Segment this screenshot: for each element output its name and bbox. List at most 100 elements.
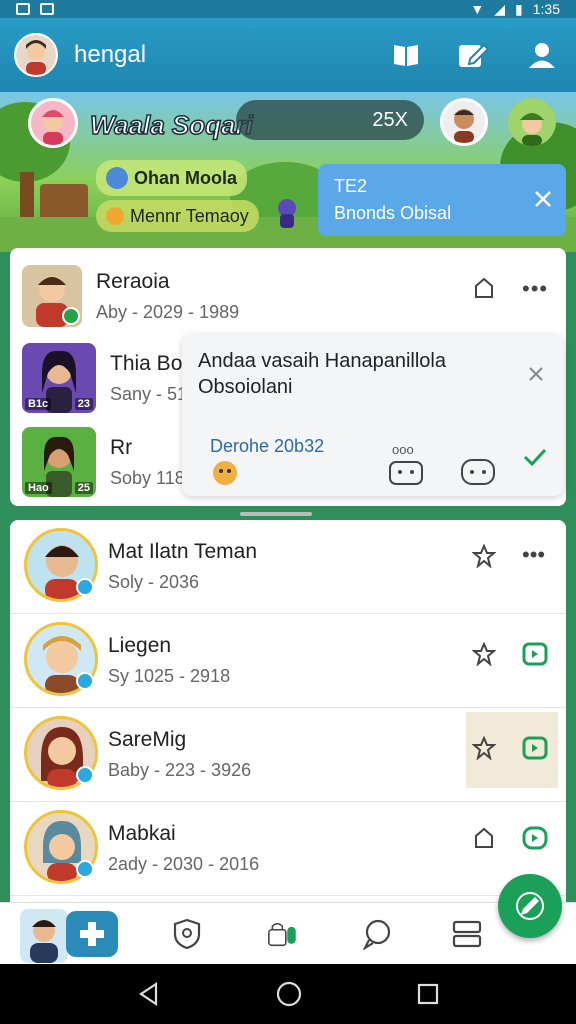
- nav-shield[interactable]: [170, 917, 204, 951]
- friend-name: SareMig: [108, 728, 187, 751]
- message-icon[interactable]: [522, 642, 548, 666]
- chat-icon: [362, 919, 391, 950]
- friend-subtitle: Baby - 223 - 3926: [108, 760, 252, 780]
- item-subtitle: Aby - 2029 - 1989: [96, 301, 240, 322]
- player-avatar[interactable]: [28, 98, 78, 148]
- list-item[interactable]: SareMig Baby - 223 - 3926: [10, 708, 566, 802]
- item-thumbnail: Hao 25: [22, 427, 96, 497]
- nav-chat[interactable]: [360, 917, 394, 951]
- progress-pill: 25X: [236, 100, 424, 140]
- bell-icon[interactable]: [472, 826, 496, 850]
- star-icon[interactable]: [472, 276, 496, 300]
- more-icon[interactable]: •••: [522, 542, 545, 568]
- progress-value: 25X: [372, 108, 408, 131]
- list-item[interactable]: Liegen Sy 1025 - 2918: [10, 614, 566, 708]
- banner-pill[interactable]: Mennr Temaoy: [96, 200, 259, 232]
- wifi-icon: ▼: [470, 1, 485, 17]
- popup-title: Andaa vasaih Hanapanillola Obsoiolani: [198, 350, 446, 398]
- item-name: Rr: [110, 435, 133, 459]
- item-name: Reraoia: [96, 269, 170, 293]
- system-nav: [0, 964, 576, 1024]
- nav-add-button[interactable]: [66, 911, 118, 957]
- verified-icon: [76, 578, 94, 596]
- game-banner: Waala Soqari 25X Ohan Moola Mennr Temaoy…: [0, 92, 576, 252]
- notification-popup[interactable]: Andaa vasaih Hanapanillola Obsoiolani De…: [182, 334, 564, 496]
- friend-subtitle: 2ady - 2030 - 2016: [108, 854, 260, 874]
- verified-icon: [76, 766, 94, 784]
- popup-link[interactable]: Derohe 20b32: [210, 436, 324, 457]
- reaction-icon[interactable]: [388, 456, 424, 486]
- signal-icon: ◢: [494, 0, 506, 17]
- smile-icon: [106, 207, 124, 225]
- thumb-label: 25: [74, 482, 93, 494]
- list-item[interactable]: Mat Ilatn Teman Soly - 2036 •••: [10, 520, 566, 614]
- friend-subtitle: Soly - 2036: [108, 572, 200, 592]
- add-user-icon: [80, 922, 104, 946]
- user-icon[interactable]: [528, 41, 556, 69]
- compose-fab[interactable]: [498, 874, 562, 938]
- thumb-label: B1c: [25, 398, 52, 410]
- reaction-icon[interactable]: [460, 456, 496, 486]
- friend-avatar[interactable]: [440, 98, 488, 146]
- toast-title: TE2: [334, 176, 368, 196]
- message-icon[interactable]: [522, 826, 548, 850]
- nav-cards[interactable]: [450, 917, 484, 951]
- book-icon[interactable]: [392, 42, 420, 68]
- star-icon[interactable]: [472, 544, 496, 568]
- shield-icon: [173, 918, 201, 950]
- friend-name: Liegen: [108, 634, 172, 657]
- app-bar: hengal: [0, 18, 576, 92]
- friend-name: Mat Ilatn Teman: [108, 540, 258, 563]
- friend-name: Mabkai: [108, 822, 176, 845]
- edit-icon[interactable]: [458, 41, 490, 69]
- banner-toast[interactable]: TE2 Bnonds Obisal: [318, 164, 566, 236]
- nav-lock[interactable]: [266, 917, 300, 951]
- thumb-label: Hao: [25, 482, 52, 494]
- item-thumbnail: [22, 265, 82, 327]
- more-icon[interactable]: •••: [522, 276, 548, 302]
- friend-subtitle: Sy 1025 - 2918: [108, 666, 231, 686]
- close-icon[interactable]: [528, 366, 544, 382]
- profile-avatar[interactable]: [14, 33, 58, 77]
- character-icon: [278, 199, 296, 228]
- banner-username: Waala Soqari: [89, 109, 253, 141]
- battery-icon: ▮: [515, 0, 523, 17]
- star-icon[interactable]: [472, 736, 496, 760]
- cards-icon: [452, 920, 482, 948]
- item-subtitle: Soby 118: [110, 467, 185, 488]
- notification-icon: [40, 3, 54, 15]
- notification-icon: [16, 3, 30, 15]
- close-icon[interactable]: [534, 190, 552, 208]
- item-subtitle: Sany - 51: [110, 383, 188, 404]
- item-name: Thia Bo: [110, 351, 183, 375]
- friend-avatar[interactable]: [508, 98, 556, 146]
- app-title: hengal: [74, 41, 147, 68]
- popup-meta: ooo: [392, 442, 414, 457]
- emoji-icon: [213, 461, 237, 485]
- list-item[interactable]: Mabkai 2ady - 2030 - 2016: [10, 802, 566, 896]
- globe-icon: [106, 167, 128, 189]
- check-badge-icon: [62, 307, 80, 325]
- star-icon[interactable]: [472, 642, 496, 666]
- sheet-handle[interactable]: [240, 512, 312, 516]
- list-item[interactable]: Reraoia Aby - 2029 - 1989 •••: [10, 256, 566, 336]
- recents-icon[interactable]: [416, 982, 440, 1006]
- nav-avatar[interactable]: [20, 909, 68, 963]
- banner-pill-label: Mennr Temaoy: [130, 205, 249, 226]
- banner-pill[interactable]: Ohan Moola: [96, 160, 247, 196]
- lock-icon: [268, 922, 296, 947]
- back-icon[interactable]: [136, 981, 162, 1007]
- home-icon[interactable]: [275, 980, 303, 1008]
- pencil-icon: [516, 892, 544, 920]
- banner-pill-label: Ohan Moola: [134, 167, 237, 188]
- bottom-nav: [0, 902, 576, 964]
- status-time: 1:35: [532, 1, 560, 17]
- item-thumbnail: B1c 23: [22, 343, 96, 413]
- message-icon[interactable]: [522, 736, 548, 760]
- verified-icon: [76, 860, 94, 878]
- toast-text: Bnonds Obisal: [334, 203, 452, 223]
- status-bar: ▼ ◢ ▮ 1:35: [0, 0, 576, 18]
- friend-list-card: Mat Ilatn Teman Soly - 2036 ••• Liegen S…: [10, 520, 566, 902]
- verified-icon: [76, 672, 94, 690]
- check-icon[interactable]: [522, 446, 548, 468]
